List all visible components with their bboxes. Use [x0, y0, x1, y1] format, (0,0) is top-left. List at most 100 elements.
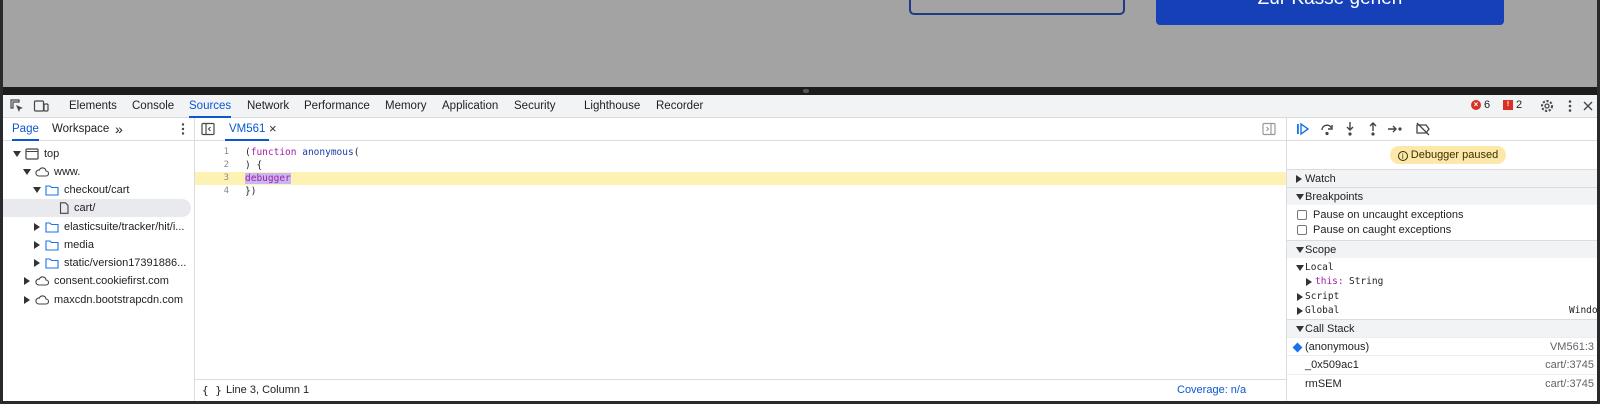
devtools-panel: Elements Console Sources Network Perform… — [3, 95, 1597, 401]
scope-section-header[interactable]: Scope — [1287, 240, 1597, 258]
inspect-element-icon[interactable] — [9, 98, 25, 114]
tree-item-origin[interactable]: consent.cookiefirst.com — [3, 272, 195, 290]
call-frame-current[interactable]: (anonymous) VM561:3 — [1287, 337, 1597, 355]
tab-performance[interactable]: Performance — [304, 95, 370, 118]
collapse-arrow-icon[interactable] — [34, 223, 40, 231]
cloud-icon — [35, 166, 50, 178]
issue-flag-icon: ! — [1503, 100, 1513, 110]
paused-label: Debugger paused — [1410, 149, 1499, 161]
code-line[interactable]: 2 ) { — [195, 159, 1286, 172]
pause-caught-option[interactable]: Pause on caught exceptions — [1287, 222, 1597, 238]
collapse-arrow-icon[interactable] — [34, 259, 40, 267]
pause-uncaught-checkbox[interactable] — [1297, 210, 1307, 220]
line-number[interactable]: 4 — [195, 185, 229, 198]
tab-security[interactable]: Security — [514, 95, 556, 118]
call-frame[interactable]: _0x509ac1 cart/:3745 — [1287, 355, 1597, 373]
tab-memory[interactable]: Memory — [385, 95, 427, 118]
call-stack-section-header[interactable]: Call Stack — [1287, 319, 1597, 337]
collapse-arrow-icon[interactable] — [24, 277, 30, 285]
file-icon — [57, 202, 71, 214]
gear-icon[interactable] — [1539, 98, 1555, 114]
breakpoints-section-header[interactable]: Breakpoints — [1287, 187, 1597, 205]
step-into-icon[interactable] — [1342, 121, 1358, 137]
error-counter[interactable]: × 6 — [1471, 99, 1490, 111]
close-icon[interactable] — [1580, 98, 1596, 114]
more-tabs-icon[interactable]: » — [115, 118, 123, 141]
tab-application[interactable]: Application — [442, 95, 498, 118]
expand-arrow-icon[interactable] — [33, 187, 41, 193]
pause-caught-checkbox[interactable] — [1297, 225, 1307, 235]
editor-status-bar: { } Line 3, Column 1 Coverage: n/a — [195, 379, 1286, 401]
close-tab-icon[interactable]: × — [269, 122, 277, 136]
tree-item-origin[interactable]: maxcdn.bootstrapcdn.com — [3, 291, 195, 309]
collapse-arrow-icon[interactable] — [24, 296, 30, 304]
collapse-arrow-icon — [1297, 293, 1303, 301]
code-text: debugger — [245, 172, 291, 185]
checkout-button[interactable]: Zur Kasse gehen — [1156, 0, 1504, 25]
pretty-print-icon[interactable]: { } — [202, 380, 222, 401]
watch-section-header[interactable]: Watch — [1287, 169, 1597, 187]
line-number[interactable]: 1 — [195, 146, 229, 159]
code-area[interactable]: 1 (function anonymous( 2 ) { 3 debugger … — [195, 141, 1286, 379]
scope-this[interactable]: this: String — [1287, 274, 1597, 290]
resume-icon[interactable] — [1295, 121, 1311, 137]
tree-item-origin[interactable]: www. — [3, 163, 195, 181]
issues-counter[interactable]: ! 2 — [1503, 99, 1522, 111]
kebab-menu-icon[interactable] — [1562, 98, 1578, 114]
pause-uncaught-option[interactable]: Pause on uncaught exceptions — [1287, 207, 1597, 223]
cloud-icon — [35, 294, 50, 306]
expand-arrow-icon[interactable] — [13, 151, 21, 157]
line-number[interactable]: 2 — [195, 159, 229, 172]
code-line[interactable]: 4 }) — [195, 185, 1286, 198]
debugger-statement: debugger — [245, 173, 291, 184]
tree-item-folder[interactable]: elasticsuite/tracker/hit/i... — [3, 218, 195, 236]
tree-item-folder[interactable]: media — [3, 236, 195, 254]
navigator-menu-icon[interactable] — [175, 121, 191, 137]
tree-item-file-selected[interactable]: cart/ — [3, 199, 191, 217]
line-number[interactable]: 3 — [195, 172, 229, 185]
expand-arrow-icon — [1296, 265, 1304, 271]
tab-network[interactable]: Network — [247, 95, 289, 118]
deactivate-breakpoints-icon[interactable] — [1415, 121, 1431, 137]
code-line-paused[interactable]: 3 debugger — [195, 172, 1286, 185]
device-toolbar-icon[interactable] — [33, 98, 49, 114]
folder-icon — [45, 184, 59, 196]
editor-tabbar: VM561 × — [195, 118, 1286, 141]
file-navigator: Page Workspace » top www. checkout/cart … — [3, 118, 195, 401]
code-editor: VM561 × 1 (function anonymous( 2 ) { 3 d… — [195, 118, 1286, 401]
call-frame[interactable]: rmSEM cart/:3745 — [1287, 374, 1597, 392]
paused-banner: i Debugger paused — [1287, 141, 1597, 169]
tree-item-folder[interactable]: checkout/cart — [3, 181, 195, 199]
collapse-arrow-icon[interactable] — [34, 241, 40, 249]
code-line[interactable]: 1 (function anonymous( — [195, 146, 1286, 159]
tab-lighthouse[interactable]: Lighthouse — [584, 95, 640, 118]
tab-page[interactable]: Page — [12, 118, 39, 141]
tab-workspace[interactable]: Workspace — [52, 118, 109, 141]
tab-elements[interactable]: Elements — [69, 95, 117, 118]
expand-arrow-icon[interactable] — [23, 169, 31, 175]
tree-item-top[interactable]: top — [3, 145, 195, 163]
tab-console[interactable]: Console — [132, 95, 174, 118]
navigator-tabs: Page Workspace » — [3, 118, 195, 141]
toggle-debugger-icon[interactable] — [1262, 122, 1278, 138]
scope-global[interactable]: Global Windo — [1287, 303, 1597, 319]
tree-item-folder[interactable]: static/version17391886... — [3, 254, 195, 272]
toggle-navigator-icon[interactable] — [201, 122, 217, 138]
debugger-toolbar — [1287, 118, 1597, 141]
info-icon: i — [1397, 151, 1408, 161]
expand-arrow-icon — [1296, 247, 1304, 253]
step-out-icon[interactable] — [1365, 121, 1381, 137]
step-over-icon[interactable] — [1319, 121, 1335, 137]
devtools-resize-handle[interactable] — [3, 87, 1597, 95]
code-text: ) { — [245, 160, 263, 171]
collapse-arrow-icon — [1296, 175, 1302, 183]
tab-recorder[interactable]: Recorder — [656, 95, 703, 118]
current-frame-icon — [1292, 342, 1303, 353]
step-icon[interactable] — [1387, 121, 1403, 137]
folder-icon — [45, 221, 59, 233]
page-secondary-button[interactable] — [909, 0, 1125, 15]
expand-arrow-icon — [1296, 194, 1304, 200]
tab-sources[interactable]: Sources — [189, 95, 232, 118]
coverage-status[interactable]: Coverage: n/a — [1177, 380, 1246, 401]
file-tab-vm561[interactable]: VM561 — [225, 118, 270, 141]
